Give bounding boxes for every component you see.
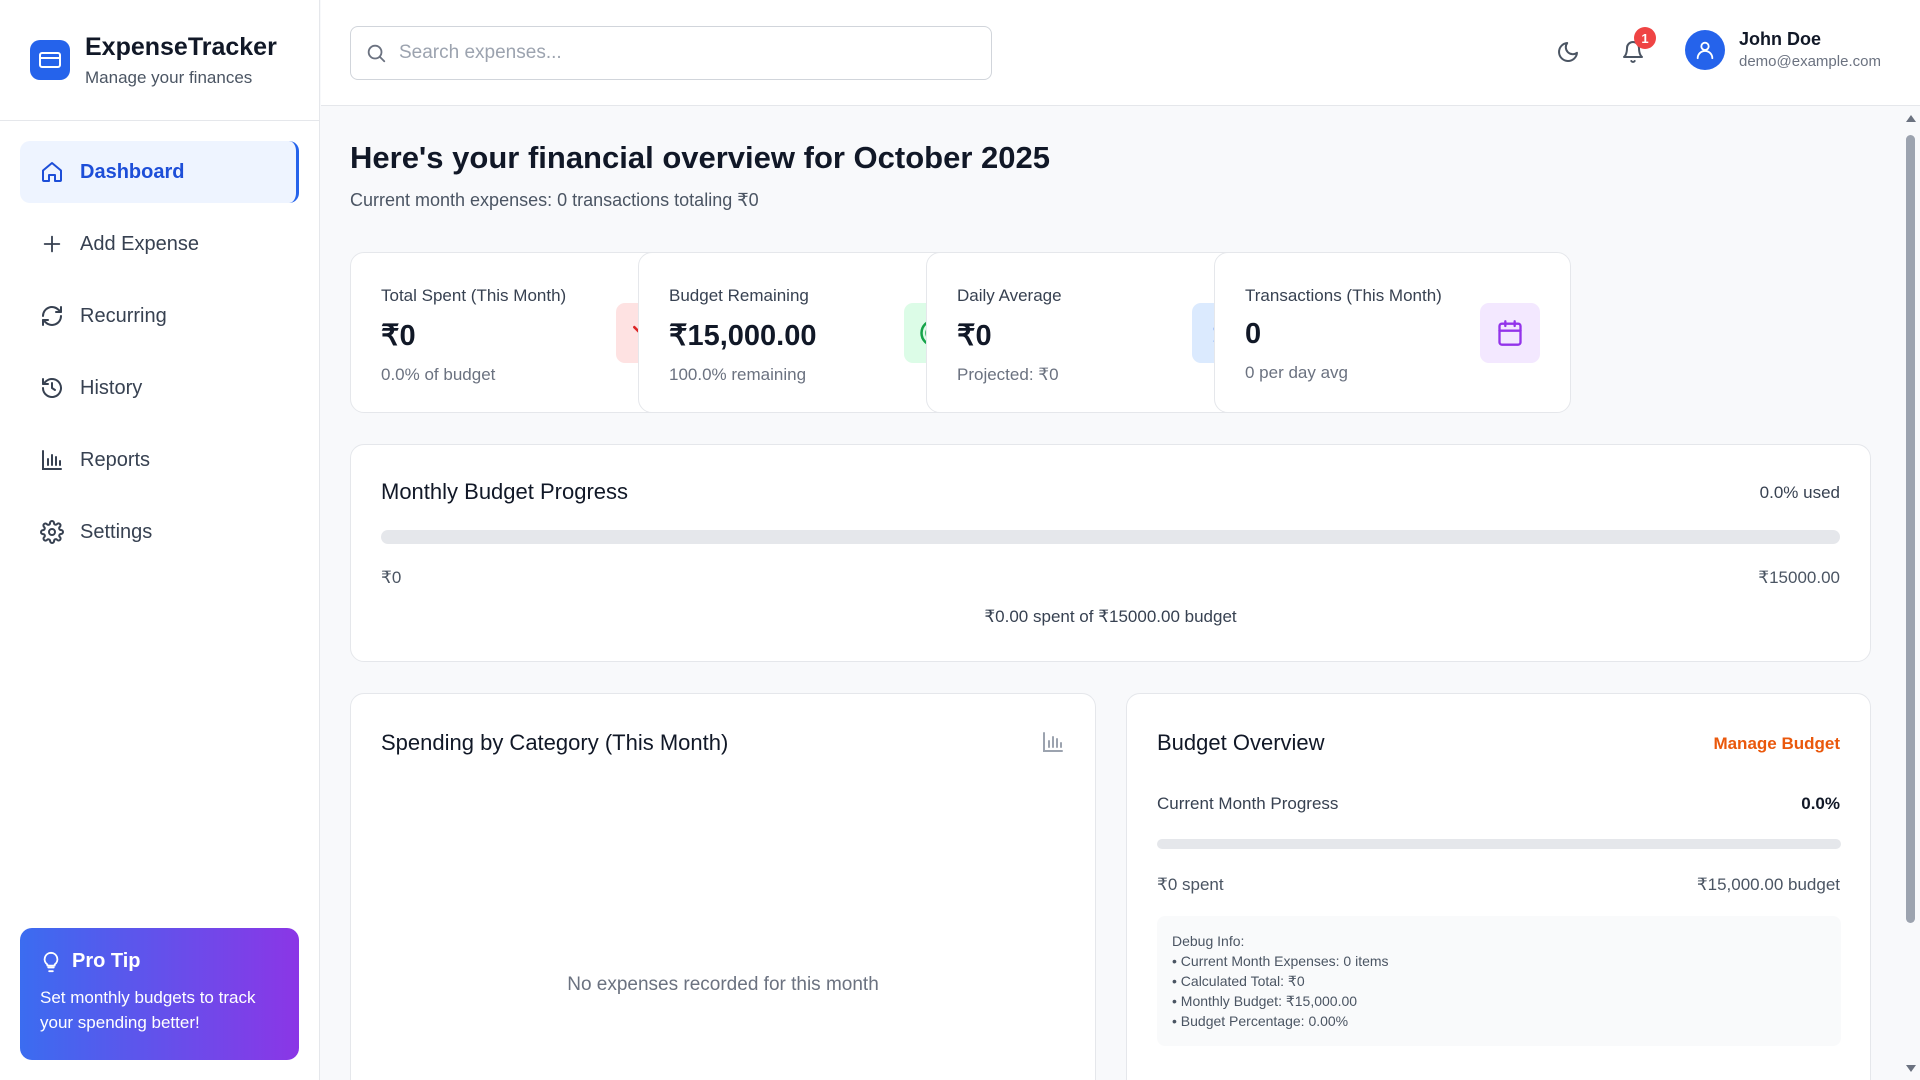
sidebar-item-history[interactable]: History [20, 357, 299, 419]
pro-tip-text: Set monthly budgets to track your spendi… [40, 988, 256, 1032]
pro-tip-title: Pro Tip [72, 950, 141, 972]
stat-subtext: 0 per day avg [1245, 363, 1349, 382]
debug-info-panel: Debug Info: • Current Month Expenses: 0 … [1157, 916, 1841, 1046]
gear-icon [40, 520, 64, 544]
card-title: Monthly Budget Progress [381, 479, 629, 504]
spending-by-category-card: Spending by Category (This Month) No exp… [350, 693, 1096, 1080]
card-title: Spending by Category (This Month) [381, 730, 729, 755]
sidebar: ExpenseTracker Manage your finances Dash… [0, 0, 320, 1080]
page-title: Here's your financial overview for Octob… [350, 140, 1050, 175]
stat-card-transactions: Transactions (This Month) 0 0 per day av… [1214, 252, 1571, 413]
budget-progress-bar [381, 530, 1840, 544]
sidebar-item-label: Dashboard [80, 160, 185, 183]
budget-overview-progress-bar [1157, 839, 1841, 849]
progress-summary: ₹0.00 spent of ₹15000.00 budget [984, 607, 1237, 626]
bar-chart-icon[interactable] [1041, 730, 1065, 759]
budget-used-percent: 0.0% used [1759, 483, 1840, 502]
user-name: John Doe [1739, 29, 1822, 49]
calendar-icon [1480, 303, 1540, 363]
progress-label: Current Month Progress [1157, 794, 1339, 813]
search-box[interactable] [350, 26, 992, 80]
debug-title: Debug Info: [1172, 933, 1245, 949]
sidebar-item-label: Settings [80, 520, 153, 543]
search-input[interactable] [399, 42, 959, 64]
user-menu[interactable]: John Doe demo@example.com [1685, 29, 1881, 70]
moon-icon [1558, 42, 1578, 62]
empty-state-text: No expenses recorded for this month [567, 974, 879, 995]
page-subtitle: Current month expenses: 0 transactions t… [350, 190, 759, 210]
brand-title: ExpenseTracker [85, 32, 277, 61]
debug-line: • Calculated Total: ₹0 [1172, 973, 1305, 989]
history-icon [40, 376, 64, 400]
scrollbar[interactable] [1901, 107, 1920, 1080]
avatar [1685, 29, 1725, 70]
plus-icon [40, 232, 64, 256]
user-icon [1696, 41, 1714, 59]
budget-label: ₹15,000.00 budget [1696, 875, 1840, 894]
brand-subtitle: Manage your finances [85, 67, 253, 87]
credit-card-icon [30, 40, 70, 80]
sidebar-item-recurring[interactable]: Recurring [20, 285, 299, 347]
progress-max-label: ₹15000.00 [1758, 568, 1840, 587]
sidebar-item-reports[interactable]: Reports [20, 429, 299, 491]
dark-mode-toggle[interactable] [1553, 37, 1583, 67]
budget-overview-card: Budget Overview Manage Budget Current Mo… [1126, 693, 1871, 1080]
search-icon [367, 44, 386, 63]
user-email: demo@example.com [1739, 53, 1881, 70]
pro-tip-card: Pro Tip Set monthly budgets to track you… [20, 928, 299, 1060]
stat-subtext: 0.0% of budget [381, 365, 496, 384]
main-content: Here's your financial overview for Octob… [321, 107, 1901, 1080]
sidebar-nav: Dashboard Add Expense Recurring History … [0, 121, 319, 563]
home-icon [40, 160, 64, 184]
progress-value: 0.0% [1801, 794, 1840, 813]
sidebar-item-label: Recurring [80, 304, 167, 327]
progress-min-label: ₹0 [381, 568, 402, 587]
sidebar-item-label: History [80, 376, 143, 399]
debug-line: • Current Month Expenses: 0 items [1172, 953, 1389, 969]
debug-line: • Budget Percentage: 0.00% [1172, 1013, 1349, 1029]
notification-badge: 1 [1634, 27, 1656, 49]
scroll-up-arrow-icon[interactable] [1906, 115, 1916, 122]
stat-subtext: Projected: ₹0 [957, 365, 1059, 384]
monthly-budget-progress-card: Monthly Budget Progress 0.0% used ₹0 ₹15… [350, 444, 1871, 662]
top-header: 1 John Doe demo@example.com [321, 0, 1920, 106]
lightbulb-icon [43, 951, 59, 972]
sidebar-item-add-expense[interactable]: Add Expense [20, 213, 299, 275]
spent-label: ₹0 spent [1157, 875, 1224, 894]
sidebar-item-settings[interactable]: Settings [20, 501, 299, 563]
bar-chart-icon [40, 448, 64, 472]
sidebar-item-label: Add Expense [80, 232, 199, 255]
stat-subtext: 100.0% remaining [669, 365, 807, 384]
debug-line: • Monthly Budget: ₹15,000.00 [1172, 993, 1358, 1009]
scrollbar-thumb[interactable] [1906, 135, 1915, 923]
sidebar-item-label: Reports [80, 448, 151, 471]
refresh-icon [40, 304, 64, 328]
sidebar-item-dashboard[interactable]: Dashboard [20, 141, 299, 203]
scroll-down-arrow-icon[interactable] [1906, 1065, 1916, 1072]
manage-budget-link[interactable]: Manage Budget [1713, 734, 1840, 754]
brand[interactable]: ExpenseTracker Manage your finances [0, 0, 319, 121]
